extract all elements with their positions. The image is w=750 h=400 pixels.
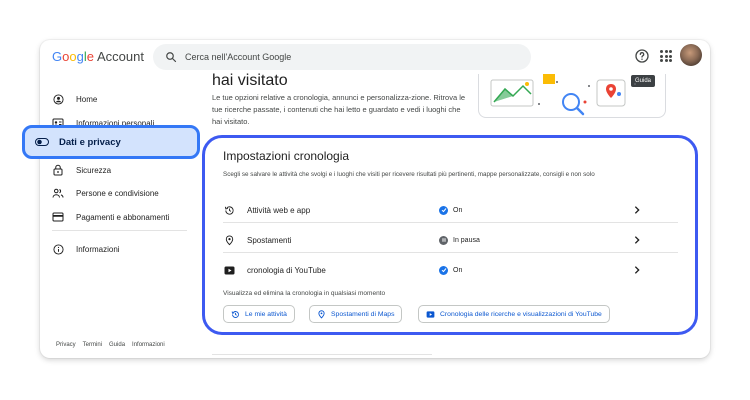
row-label: Spostamenti [247,235,292,245]
avatar[interactable] [680,44,702,66]
sidebar-item-home[interactable]: Home [52,91,97,107]
chevron-right-icon [634,236,640,244]
manage-history-text: Visualizza ed elimina la cronologia in q… [223,290,386,297]
row-divider [223,222,678,223]
status-badge: In pausa [439,235,480,245]
row-divider [223,252,678,253]
sidebar-item-label: Informazioni [76,244,120,254]
lock-icon [52,164,64,176]
history-settings-card: Impostazioni cronologia Scegli se salvar… [202,135,698,335]
card-title: Impostazioni cronologia [223,149,350,163]
status-badge: On [439,205,463,215]
sidebar-item-label: Persone e condivisione [76,188,159,198]
footer-link-help[interactable]: Guida [109,342,125,348]
chevron-right-icon [634,206,640,214]
sidebar-item-data-privacy[interactable]: Dati e privacy [22,125,200,159]
my-activity-button[interactable]: Le mie attività [223,305,295,323]
history-illustration [478,74,666,118]
check-circle-icon [439,265,448,275]
people-icon [52,187,64,199]
section-title: hai visitato [212,72,288,89]
footer-link-about[interactable]: Informazioni [132,342,165,348]
logo-letter: e [86,49,94,64]
row-label: cronologia di YouTube [247,265,326,275]
footer-link-privacy[interactable]: Privacy [56,342,76,348]
history-icon [223,204,235,216]
history-row-youtube[interactable]: cronologia di YouTube On [223,261,643,279]
apps-grid-icon[interactable] [660,50,672,62]
youtube-history-button[interactable]: Cronologia delle ricerche e visualizzazi… [418,305,610,323]
sidebar-divider [52,230,187,231]
search-placeholder: Cerca nell'Account Google [185,52,292,62]
sidebar-nav: Home Informazioni personali Sicurezza Pe… [40,74,200,358]
status-badge: On [439,265,463,275]
sidebar-item-label: Dati e privacy [59,136,121,148]
status-text: On [453,206,463,214]
logo-letter: G [52,49,63,64]
logo-letter: o [69,49,77,64]
row-label: Attività web e app [247,205,311,215]
footer-links: Privacy Termini Guida Informazioni [56,342,165,348]
footer-link-terms[interactable]: Termini [83,342,102,348]
history-icon [231,310,240,319]
logo-letter: g [76,49,84,64]
top-bar: Google Account Cerca nell'Account Google [40,40,710,74]
history-row-web-app[interactable]: Attività web e app On [223,201,643,219]
status-text: In pausa [453,236,480,244]
toggle-icon [35,133,49,151]
search-input[interactable]: Cerca nell'Account Google [153,44,531,70]
google-account-logo[interactable]: Google Account [52,49,144,64]
check-circle-icon [439,205,448,215]
chip-label: Le mie attività [245,310,287,318]
sidebar-item-payments[interactable]: Pagamenti e abbonamenti [52,209,169,225]
status-text: On [453,266,463,274]
credit-card-icon [52,211,64,223]
chip-label: Spostamenti di Maps [331,310,395,318]
sidebar-item-label: Sicurezza [76,165,112,175]
maps-timeline-button[interactable]: Spostamenti di Maps [309,305,403,323]
chip-label: Cronologia delle ricerche e visualizzazi… [440,310,602,318]
logo-account-text: Account [96,49,144,64]
location-pin-icon [317,309,326,319]
info-icon [52,243,64,255]
home-icon [52,93,64,105]
card-description: Scegli se salvare le attività che svolgi… [223,171,595,178]
sidebar-item-about[interactable]: Informazioni [52,241,120,257]
pause-circle-icon [439,235,448,245]
content-divider [212,354,432,355]
search-icon [166,52,177,63]
location-pin-icon [223,234,235,246]
help-circle-icon[interactable] [634,48,650,64]
sidebar-item-label: Pagamenti e abbonamenti [76,212,170,222]
youtube-icon [223,264,235,276]
chevron-right-icon [634,266,640,274]
sidebar-item-label: Home [76,94,98,104]
section-intro: Le tue opzioni relative a cronologia, an… [212,93,466,126]
history-row-location[interactable]: Spostamenti In pausa [223,231,643,249]
sidebar-item-people-sharing[interactable]: Persone e condivisione [52,185,159,201]
youtube-icon [426,310,435,319]
sidebar-item-security[interactable]: Sicurezza [52,162,111,178]
